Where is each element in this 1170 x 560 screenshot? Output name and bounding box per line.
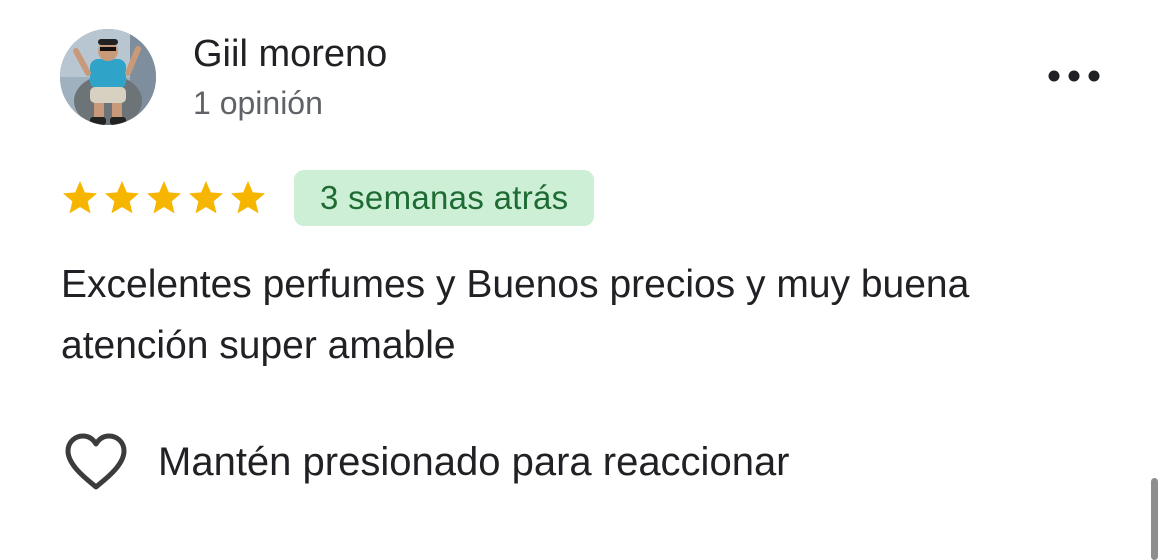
more-options-button[interactable] xyxy=(1040,56,1108,96)
more-horizontal-icon xyxy=(1048,70,1100,82)
rating-row: 3 semanas atrás xyxy=(60,170,595,226)
review-card: Giil moreno 1 opinión 3 semanas atrás Ex… xyxy=(0,0,1170,560)
scrollbar[interactable] xyxy=(1151,478,1158,560)
heart-outline-icon xyxy=(65,433,127,490)
author-name[interactable]: Giil moreno xyxy=(193,32,387,76)
star-rating xyxy=(60,178,268,218)
star-icon xyxy=(63,181,97,214)
author-review-count: 1 opinión xyxy=(193,85,323,121)
star-icon xyxy=(189,181,223,214)
review-date-badge: 3 semanas atrás xyxy=(294,170,595,226)
react-label: Mantén presionado para reaccionar xyxy=(158,440,790,484)
star-icon xyxy=(147,181,181,214)
avatar[interactable] xyxy=(60,29,156,125)
avatar-image xyxy=(60,29,156,125)
star-icon xyxy=(231,181,265,214)
react-button[interactable]: Mantén presionado para reaccionar xyxy=(64,430,790,494)
star-icon xyxy=(105,181,139,214)
review-text: Excelentes perfumes y Buenos precios y m… xyxy=(61,263,970,367)
